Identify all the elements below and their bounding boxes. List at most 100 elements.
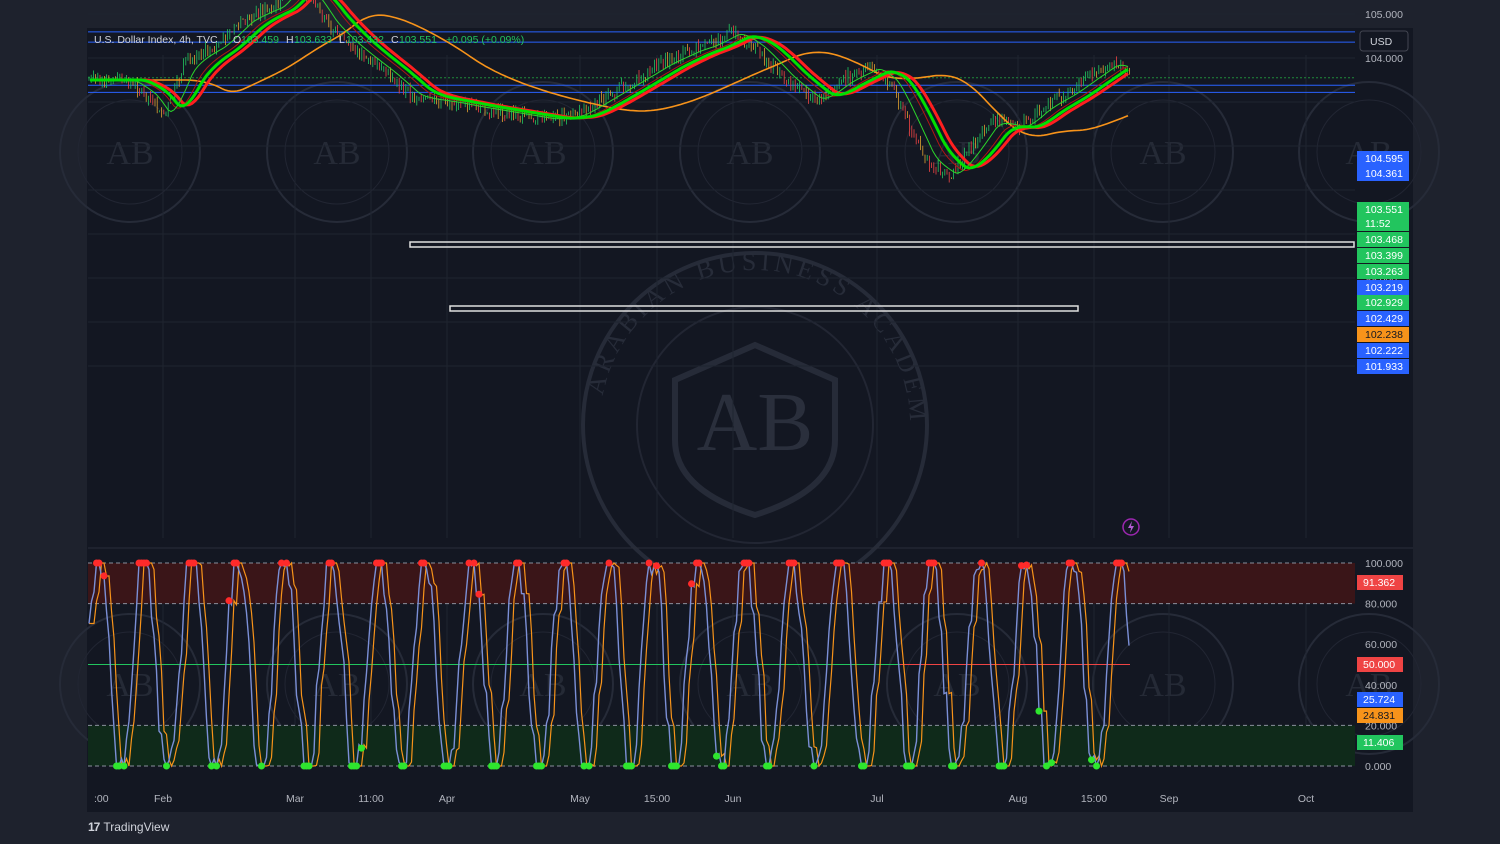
price-label: 102.429	[1357, 311, 1409, 326]
time-axis-tick: Oct	[1298, 793, 1314, 805]
watermark-monogram: AB	[1139, 135, 1186, 172]
close-label: C	[391, 34, 399, 46]
stoch-value-text: 50.000	[1363, 659, 1395, 671]
price-axis-tick: 105.000	[1365, 9, 1403, 21]
overbought-dot	[95, 559, 103, 567]
overbought-dot	[885, 559, 893, 567]
overbought-dot	[515, 559, 523, 567]
price-label-text: 103.219	[1365, 282, 1403, 294]
open-value: 103.459	[241, 34, 279, 46]
overbought-dot	[328, 559, 335, 567]
watermark-monogram: AB	[1139, 667, 1186, 704]
price-label-text: 102.929	[1365, 297, 1403, 309]
oversold-dot	[1093, 762, 1100, 770]
overbought-dot	[1068, 559, 1075, 567]
watermark-badge: AB	[266, 81, 408, 223]
price-label: 102.222	[1357, 343, 1409, 358]
overbought-dot	[143, 559, 150, 567]
price-label-text: 103.399	[1365, 250, 1403, 262]
oversold-dot	[493, 762, 500, 770]
oversold-dot	[628, 762, 635, 770]
lightning-icon[interactable]	[1122, 518, 1140, 536]
price-label-text: 103.551	[1365, 204, 1403, 216]
watermark-large-monogram: AB	[697, 376, 814, 469]
oversold-dot	[120, 762, 128, 770]
stoch-value-label: 50.000	[1357, 657, 1403, 672]
time-axis-tick: Feb	[154, 793, 172, 805]
oversold-dot	[765, 762, 773, 770]
price-label-text: 101.933	[1365, 361, 1403, 373]
tradingview-icon: 17	[88, 820, 100, 834]
overbought-dot	[1023, 561, 1030, 569]
overbought-dot	[790, 559, 798, 567]
time-axis-tick: 11:00	[358, 793, 384, 805]
time-axis-tick: 15:00	[1081, 793, 1107, 805]
high-label: H	[286, 34, 294, 46]
overbought-dot	[605, 559, 613, 567]
price-label: 102.238	[1357, 327, 1409, 342]
watermark-monogram: AB	[519, 667, 566, 704]
overbought-dot	[190, 559, 198, 567]
close-value: 103.551	[399, 34, 437, 46]
time-axis-tick: Jul	[870, 793, 883, 805]
oversold-dot	[1000, 762, 1008, 770]
high-value: 103.633	[294, 34, 332, 46]
price-label-text: 102.222	[1365, 345, 1403, 357]
oversold-dot	[400, 762, 408, 770]
price-label: 103.219	[1357, 280, 1409, 295]
oversold-dot	[860, 762, 868, 770]
tradingview-logo[interactable]: 17 TradingView	[88, 820, 169, 834]
time-axis-tick: Apr	[439, 793, 456, 805]
oversold-dot	[353, 762, 360, 770]
zone-rectangle[interactable]	[409, 241, 1355, 248]
low-value: 103.432	[346, 34, 384, 46]
overbought-dot	[930, 559, 938, 567]
stoch-value-label: 11.406	[1357, 735, 1403, 750]
overbought-dot	[378, 559, 385, 567]
price-label: 103.551	[1357, 202, 1409, 217]
currency-label: USD	[1370, 36, 1393, 48]
oversold-dot	[908, 762, 915, 770]
watermark-monogram: AB	[519, 135, 566, 172]
currency-button[interactable]: USD	[1359, 30, 1409, 52]
stoch-axis-tick: 100.000	[1365, 558, 1403, 570]
oversold-dot	[673, 762, 680, 770]
oversold-band	[88, 725, 1355, 766]
low-label: L	[339, 34, 345, 46]
stoch-value-label: 24.831	[1357, 708, 1403, 723]
price-label-text: 103.468	[1365, 234, 1403, 246]
time-axis-tick: Sep	[1160, 793, 1179, 805]
oversold-dot	[1035, 707, 1043, 715]
stoch-value-label: 25.724	[1357, 692, 1403, 707]
price-label: 11:52	[1357, 216, 1409, 231]
time-axis-tick: Aug	[1009, 793, 1028, 805]
zone-rectangle[interactable]	[449, 305, 1079, 312]
change-value: +0.095 (+0.09%)	[446, 34, 524, 46]
price-axis-tick: 104.000	[1365, 53, 1403, 65]
oversold-dot	[950, 762, 958, 770]
oversold-dot	[1048, 759, 1055, 767]
price-label: 103.263	[1357, 264, 1409, 279]
watermark-monogram: AB	[933, 667, 980, 704]
overbought-dot	[645, 559, 653, 567]
chart-svg[interactable]: ABABABABABABABABABABABABABABABARABIAN BU…	[0, 0, 1500, 844]
overbought-dot	[100, 572, 108, 580]
price-label-text: 11:52	[1365, 218, 1391, 230]
time-axis-tick: 15:00	[644, 793, 670, 805]
symbol-title: U.S. Dollar Index, 4h, TVC	[94, 34, 218, 46]
price-label-text: 104.595	[1365, 153, 1403, 165]
oversold-dot	[1088, 756, 1095, 764]
price-label: 103.399	[1357, 248, 1409, 263]
overbought-dot	[688, 580, 695, 588]
oversold-dot	[720, 762, 728, 770]
stoch-value-text: 25.724	[1363, 694, 1395, 706]
stoch-axis-tick: 0.000	[1365, 761, 1391, 773]
time-axis-tick: :00	[94, 793, 109, 805]
oversold-dot	[358, 744, 365, 752]
stoch-axis-tick: 60.000	[1365, 639, 1397, 651]
price-label: 104.595	[1357, 151, 1409, 166]
watermark-badge: AB	[1092, 81, 1234, 223]
oversold-dot	[163, 762, 170, 770]
overbought-dot	[420, 559, 428, 567]
overbought-dot	[653, 562, 660, 570]
